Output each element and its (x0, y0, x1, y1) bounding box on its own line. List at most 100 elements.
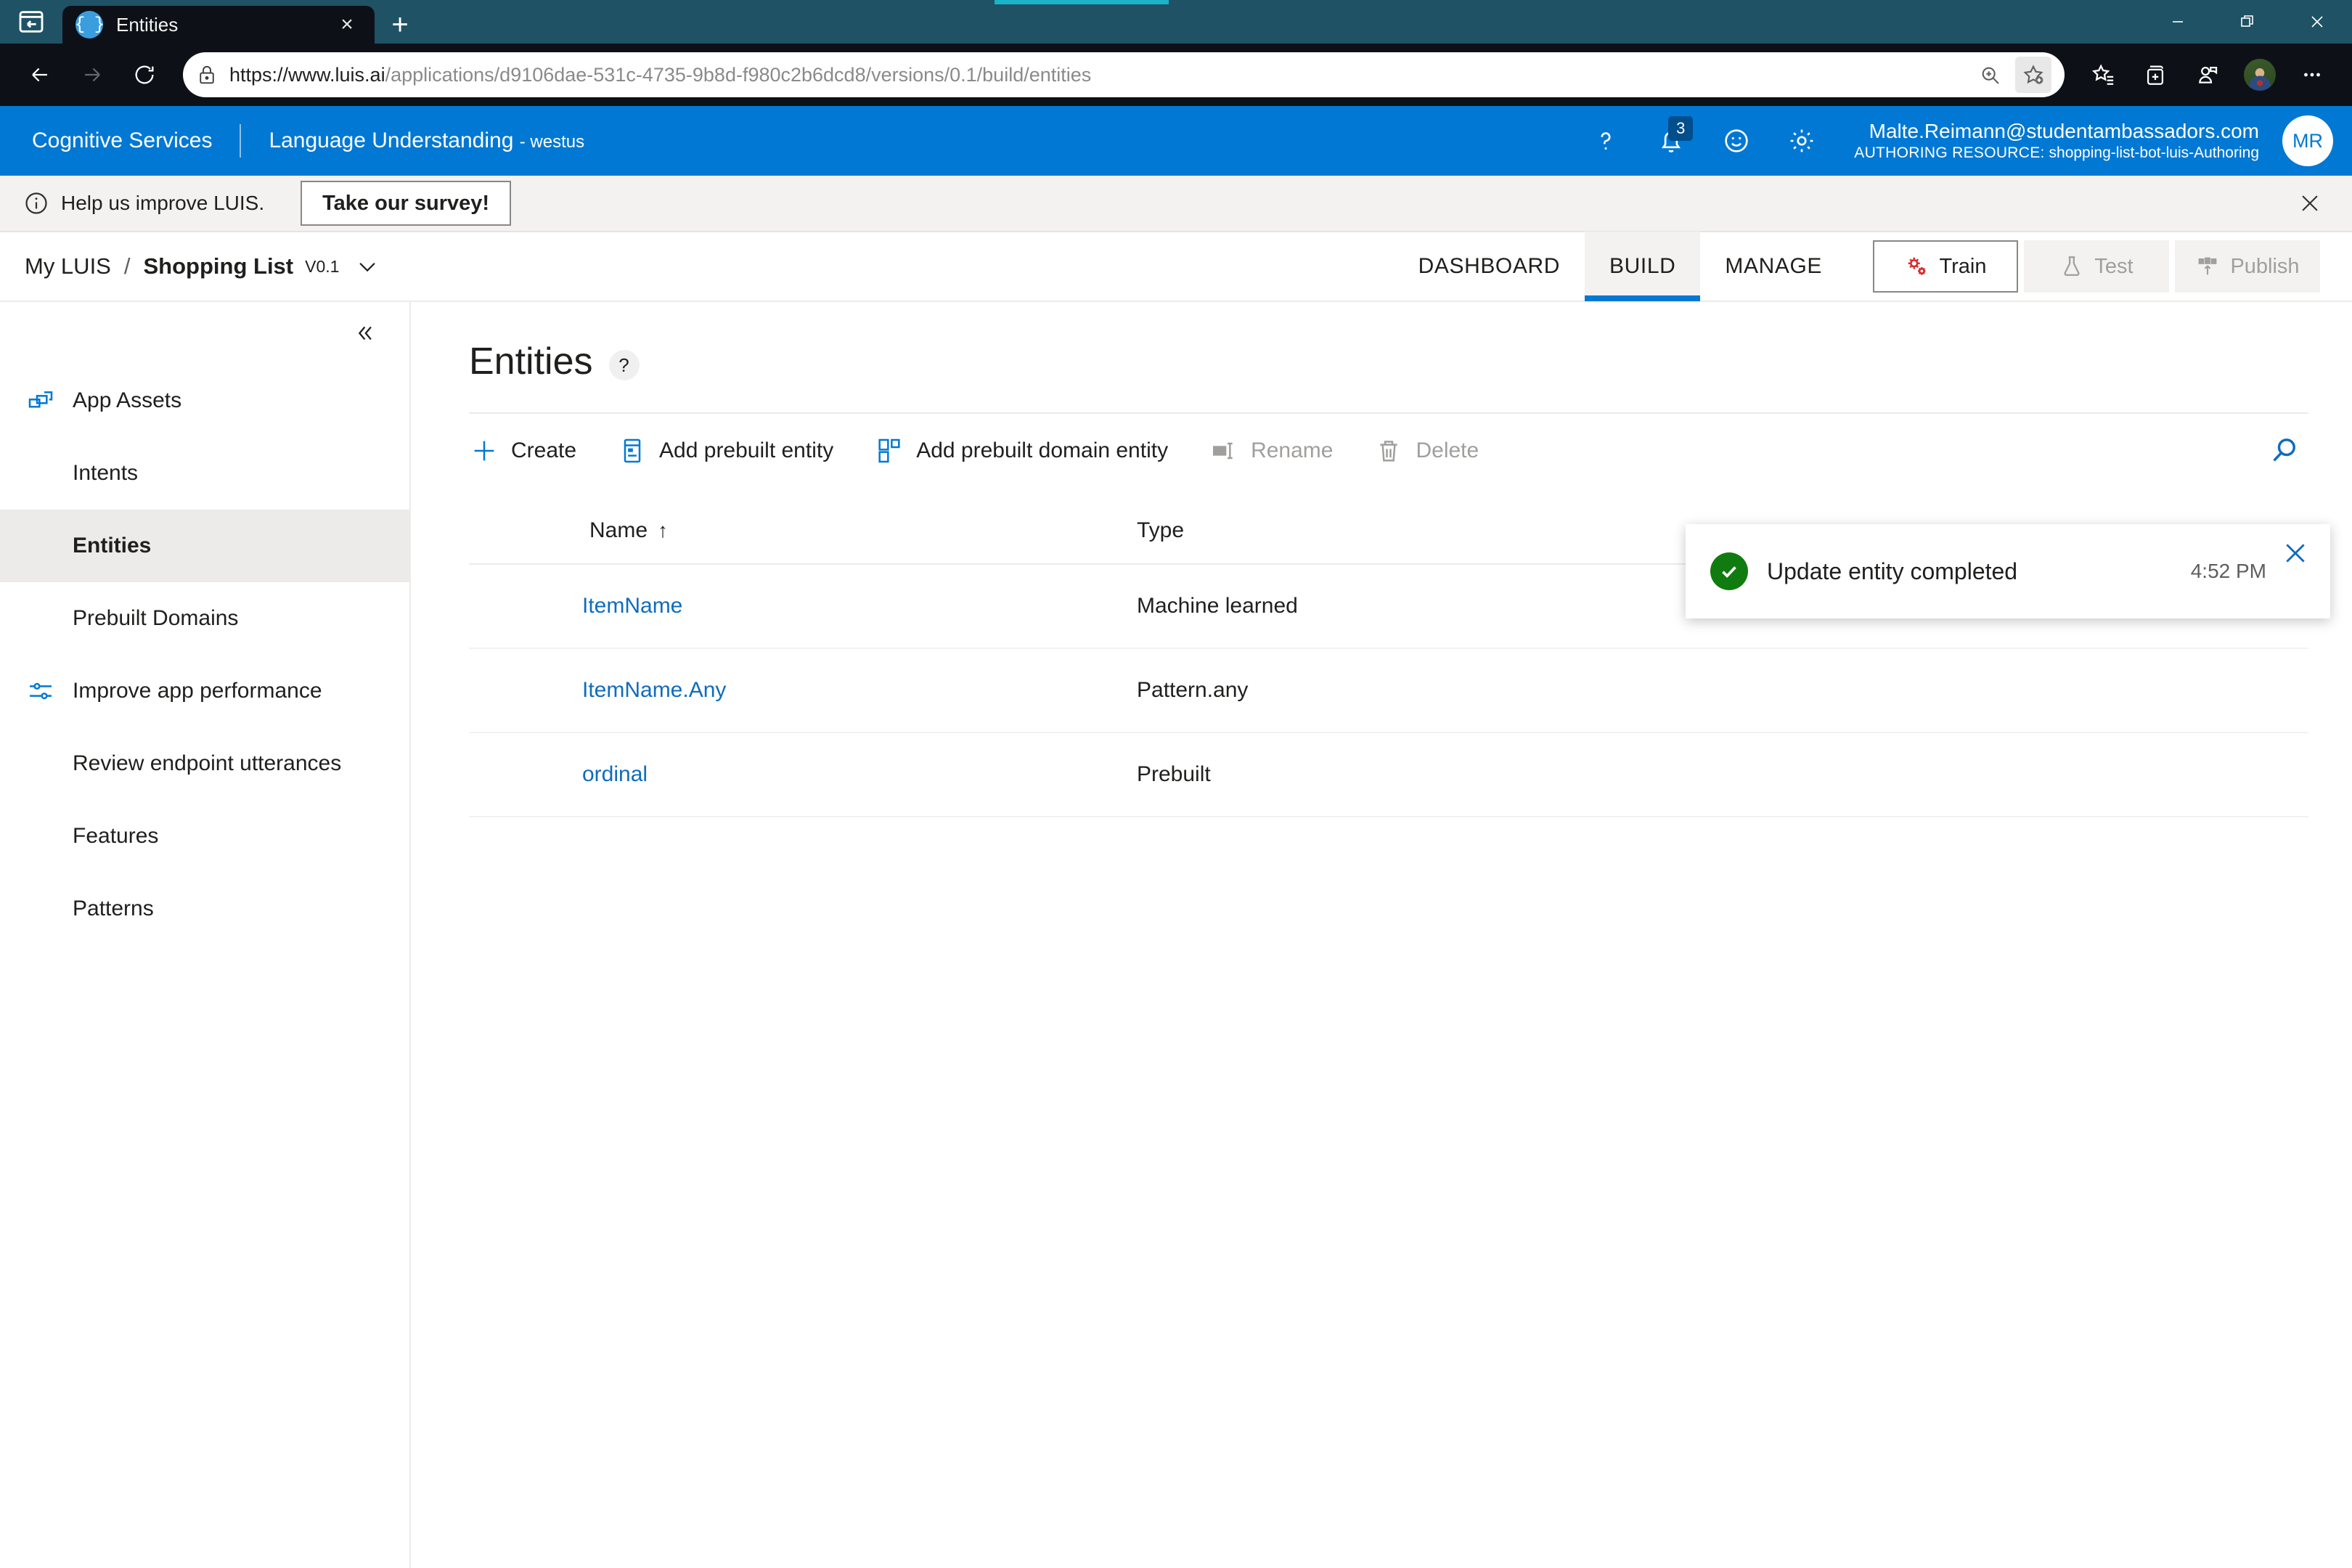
page-title: Entities (469, 340, 593, 383)
plus-icon (469, 436, 499, 466)
reload-icon[interactable] (121, 51, 168, 99)
sliders-icon (26, 677, 68, 706)
breadcrumb-my-luis[interactable]: My LUIS (25, 253, 111, 279)
left-sidebar: App Assets Intents Entities Prebuilt Dom… (0, 302, 411, 1568)
sidebar-item-entities[interactable]: Entities (0, 510, 409, 582)
close-icon[interactable]: × (332, 14, 362, 36)
favorites-icon[interactable] (2079, 51, 2127, 99)
forward-arrow-icon[interactable] (68, 51, 116, 99)
avatar[interactable]: MR (2282, 115, 2333, 166)
delete-button[interactable]: Delete (1373, 436, 1499, 466)
notification-badge: 3 (1668, 116, 1693, 141)
sidebar-item-review-endpoint-utterances[interactable]: Review endpoint utterances (0, 727, 409, 800)
add-prebuilt-domain-entity-button[interactable]: Add prebuilt domain entity (874, 436, 1188, 466)
entity-name-cell: ordinal (469, 732, 1042, 817)
app-actions: Train Test Publish (1847, 240, 2352, 293)
region-label: - westus (520, 132, 584, 152)
close-icon[interactable] (2290, 183, 2330, 224)
close-icon[interactable] (2282, 0, 2352, 44)
rename-button[interactable]: Rename (1209, 436, 1353, 466)
gear-icon[interactable] (1771, 110, 1832, 171)
trash-icon (1373, 436, 1404, 466)
create-entity-button[interactable]: Create (469, 436, 597, 466)
tab-manage[interactable]: MANAGE (1700, 232, 1847, 301)
brand-link[interactable]: Cognitive Services (32, 128, 212, 153)
sidebar-item-label: Features (73, 824, 158, 849)
sort-ascending-icon: ↑ (658, 519, 668, 542)
info-circle-icon (20, 187, 52, 219)
take-survey-button[interactable]: Take our survey! (301, 181, 511, 226)
address-bar[interactable]: https://www.luis.ai/applications/d9106da… (183, 52, 2065, 97)
tab-actions-icon[interactable] (0, 0, 62, 44)
table-row[interactable]: ordinal Prebuilt (469, 732, 2308, 817)
toast-notification: Update entity completed 4:52 PM (1686, 524, 2330, 618)
smiley-icon[interactable] (1706, 110, 1767, 171)
main-panel: Entities ? Create (411, 302, 2352, 1568)
browser-window: { } Entities × + (0, 0, 2352, 1568)
sidebar-item-prebuilt-domains[interactable]: Prebuilt Domains (0, 582, 409, 655)
flask-icon (2059, 254, 2084, 279)
table-row[interactable]: ItemName.Any Pattern.any (469, 648, 2308, 732)
add-prebuilt-entity-button[interactable]: Add prebuilt entity (617, 436, 854, 466)
chevron-down-icon[interactable] (355, 254, 380, 279)
help-icon[interactable]: ? (609, 350, 640, 380)
tab-build[interactable]: BUILD (1585, 232, 1700, 301)
entity-link[interactable]: ItemName.Any (582, 678, 726, 702)
double-chevron-left-icon[interactable] (344, 314, 383, 353)
restore-icon[interactable] (2213, 0, 2282, 44)
column-header-name[interactable]: Name ↑ (469, 501, 1042, 564)
product-label: Language Understanding (269, 128, 513, 152)
publish-button[interactable]: Publish (2175, 240, 2320, 293)
entity-link[interactable]: ordinal (582, 762, 648, 786)
column-header-name-label: Name (589, 518, 648, 542)
sidebar-item-improve-app-performance[interactable]: Improve app performance (0, 655, 409, 727)
sidebar-item-patterns[interactable]: Patterns (0, 873, 409, 945)
survey-banner: Help us improve LUIS. Take our survey! (0, 176, 2352, 232)
new-tab-button[interactable]: + (375, 6, 425, 44)
sidebar-item-intents[interactable]: Intents (0, 437, 409, 510)
tab-dashboard[interactable]: DASHBOARD (1394, 232, 1585, 301)
browser-tab-entities[interactable]: { } Entities × (62, 6, 375, 44)
entity-link[interactable]: ItemName (582, 594, 682, 618)
page-load-accent-bar (995, 0, 1169, 4)
back-arrow-icon[interactable] (16, 51, 64, 99)
gears-icon (1905, 254, 1930, 279)
search-icon[interactable] (2261, 427, 2308, 475)
create-label: Create (511, 438, 576, 463)
entity-type-cell: Pattern.any (1042, 648, 2308, 732)
product-name: Language Understanding - westus (269, 128, 584, 153)
sidebar-item-features[interactable]: Features (0, 800, 409, 873)
zoom-icon[interactable] (1972, 57, 2008, 93)
app-version-label: V0.1 (305, 257, 339, 277)
url-text: https://www.luis.ai/applications/d9106da… (229, 64, 1960, 86)
url-host: https://www.luis.ai (229, 64, 385, 86)
profile-photo (2244, 59, 2276, 91)
settings-more-icon[interactable] (2288, 51, 2336, 99)
browser-essentials-icon[interactable] (2184, 51, 2231, 99)
browser-titlebar: { } Entities × + (0, 0, 2352, 44)
entity-type-cell: Prebuilt (1042, 732, 2308, 817)
toast-message: Update entity completed (1767, 558, 2017, 585)
user-info[interactable]: Malte.Reimann@studentambassadors.com AUT… (1854, 118, 2259, 163)
collections-icon[interactable] (2131, 51, 2179, 99)
entity-name-cell: ItemName.Any (469, 648, 1042, 732)
tab-title: Entities (116, 14, 319, 36)
prebuilt-entity-icon (617, 436, 648, 466)
question-mark-icon[interactable] (1575, 110, 1636, 171)
add-favorite-icon[interactable] (2015, 57, 2051, 93)
bell-icon[interactable]: 3 (1641, 110, 1702, 171)
minimize-icon[interactable] (2143, 0, 2213, 44)
publish-icon (2195, 254, 2220, 279)
add-prebuilt-entity-label: Add prebuilt entity (659, 438, 833, 463)
breadcrumb-separator: / (124, 253, 131, 279)
main-tabs: DASHBOARD BUILD MANAGE (1394, 232, 1847, 301)
close-icon[interactable] (2277, 534, 2314, 572)
app-assets-icon (26, 386, 68, 415)
app-navigation-bar: My LUIS / Shopping List V0.1 DASHBOARD B… (0, 232, 2352, 302)
sidebar-item-label: App Assets (73, 388, 181, 413)
authoring-resource: AUTHORING RESOURCE: shopping-list-bot-lu… (1854, 144, 2259, 163)
sidebar-item-app-assets[interactable]: App Assets (0, 364, 409, 437)
train-button[interactable]: Train (1873, 240, 2018, 293)
test-button[interactable]: Test (2024, 240, 2169, 293)
profile-avatar[interactable] (2236, 51, 2284, 99)
